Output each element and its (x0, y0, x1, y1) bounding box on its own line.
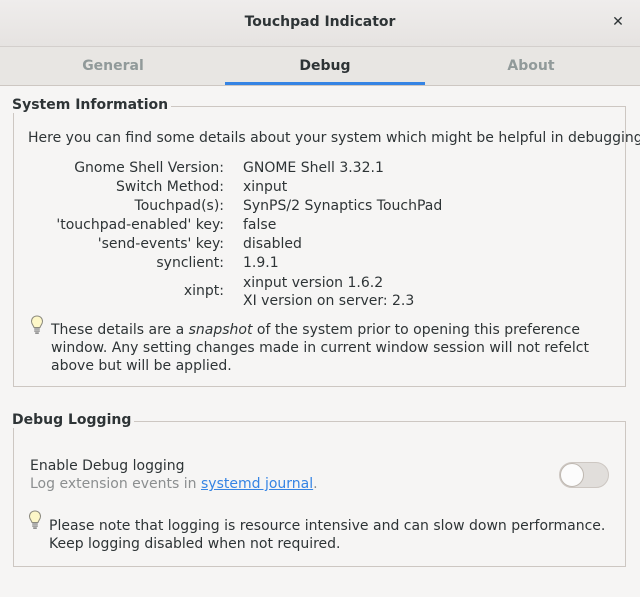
description-text: . (313, 476, 318, 492)
xinput-version: xinput version 1.6.2 (243, 275, 384, 291)
tab-general[interactable]: General (13, 47, 213, 85)
info-value: xinput (243, 179, 288, 195)
info-key: 'touchpad-enabled' key: (56, 217, 224, 233)
info-row-touchpads: Touchpad(s): SynPS/2 Synaptics TouchPad (0, 198, 640, 217)
snapshot-note: These details are a snapshot of the syst… (51, 321, 616, 375)
info-row-gnome-shell: Gnome Shell Version: GNOME Shell 3.32.1 (0, 160, 640, 179)
lightbulb-icon (28, 510, 42, 529)
info-value: xinput version 1.6.2 XI version on serve… (243, 274, 414, 310)
info-value: disabled (243, 236, 302, 252)
window-title: Touchpad Indicator (244, 14, 396, 30)
info-key: xinpt: (183, 283, 224, 299)
systemd-journal-link[interactable]: systemd journal (201, 476, 313, 492)
close-icon: ✕ (612, 14, 624, 30)
description-text: Log extension events in (30, 476, 201, 492)
info-row-touchpad-enabled: 'touchpad-enabled' key: false (0, 217, 640, 236)
note-emphasis: snapshot (188, 322, 253, 338)
info-key: Switch Method: (116, 179, 224, 195)
enable-debug-logging-label: Enable Debug logging (30, 458, 185, 474)
info-value: GNOME Shell 3.32.1 (243, 160, 384, 176)
info-value: SynPS/2 Synaptics TouchPad (243, 198, 443, 214)
toggle-knob (560, 463, 584, 487)
system-information-heading: System Information (12, 97, 172, 113)
debug-logging-toggle[interactable] (559, 462, 609, 488)
xi-server-version: XI version on server: 2.3 (243, 293, 415, 309)
info-value: false (243, 217, 277, 233)
tab-bar: General Debug About (0, 47, 640, 86)
info-key: synclient: (156, 255, 224, 271)
info-key: Gnome Shell Version: (74, 160, 224, 176)
info-row-switch-method: Switch Method: xinput (0, 179, 640, 198)
tab-debug[interactable]: Debug (225, 47, 425, 85)
logging-performance-note: Please note that logging is resource int… (49, 518, 606, 552)
info-key: Touchpad(s): (134, 198, 224, 214)
info-key: 'send-events' key: (97, 236, 224, 252)
info-row-xinpt: xinpt: xinput version 1.6.2 XI version o… (0, 0, 640, 309)
window-titlebar: Touchpad Indicator ✕ (0, 0, 640, 47)
tab-about[interactable]: About (431, 47, 631, 85)
info-row-send-events: 'send-events' key: disabled (0, 236, 640, 255)
system-information-intro: Here you can find some details about you… (28, 130, 640, 146)
info-row-synclient: synclient: 1.9.1 (0, 255, 640, 274)
note-text: These details are a (51, 322, 189, 338)
enable-debug-logging-description: Log extension events in systemd journal. (30, 476, 318, 492)
lightbulb-icon (30, 315, 44, 334)
debug-logging-heading: Debug Logging (12, 412, 135, 428)
close-button[interactable]: ✕ (606, 10, 630, 34)
info-value: 1.9.1 (243, 255, 279, 271)
